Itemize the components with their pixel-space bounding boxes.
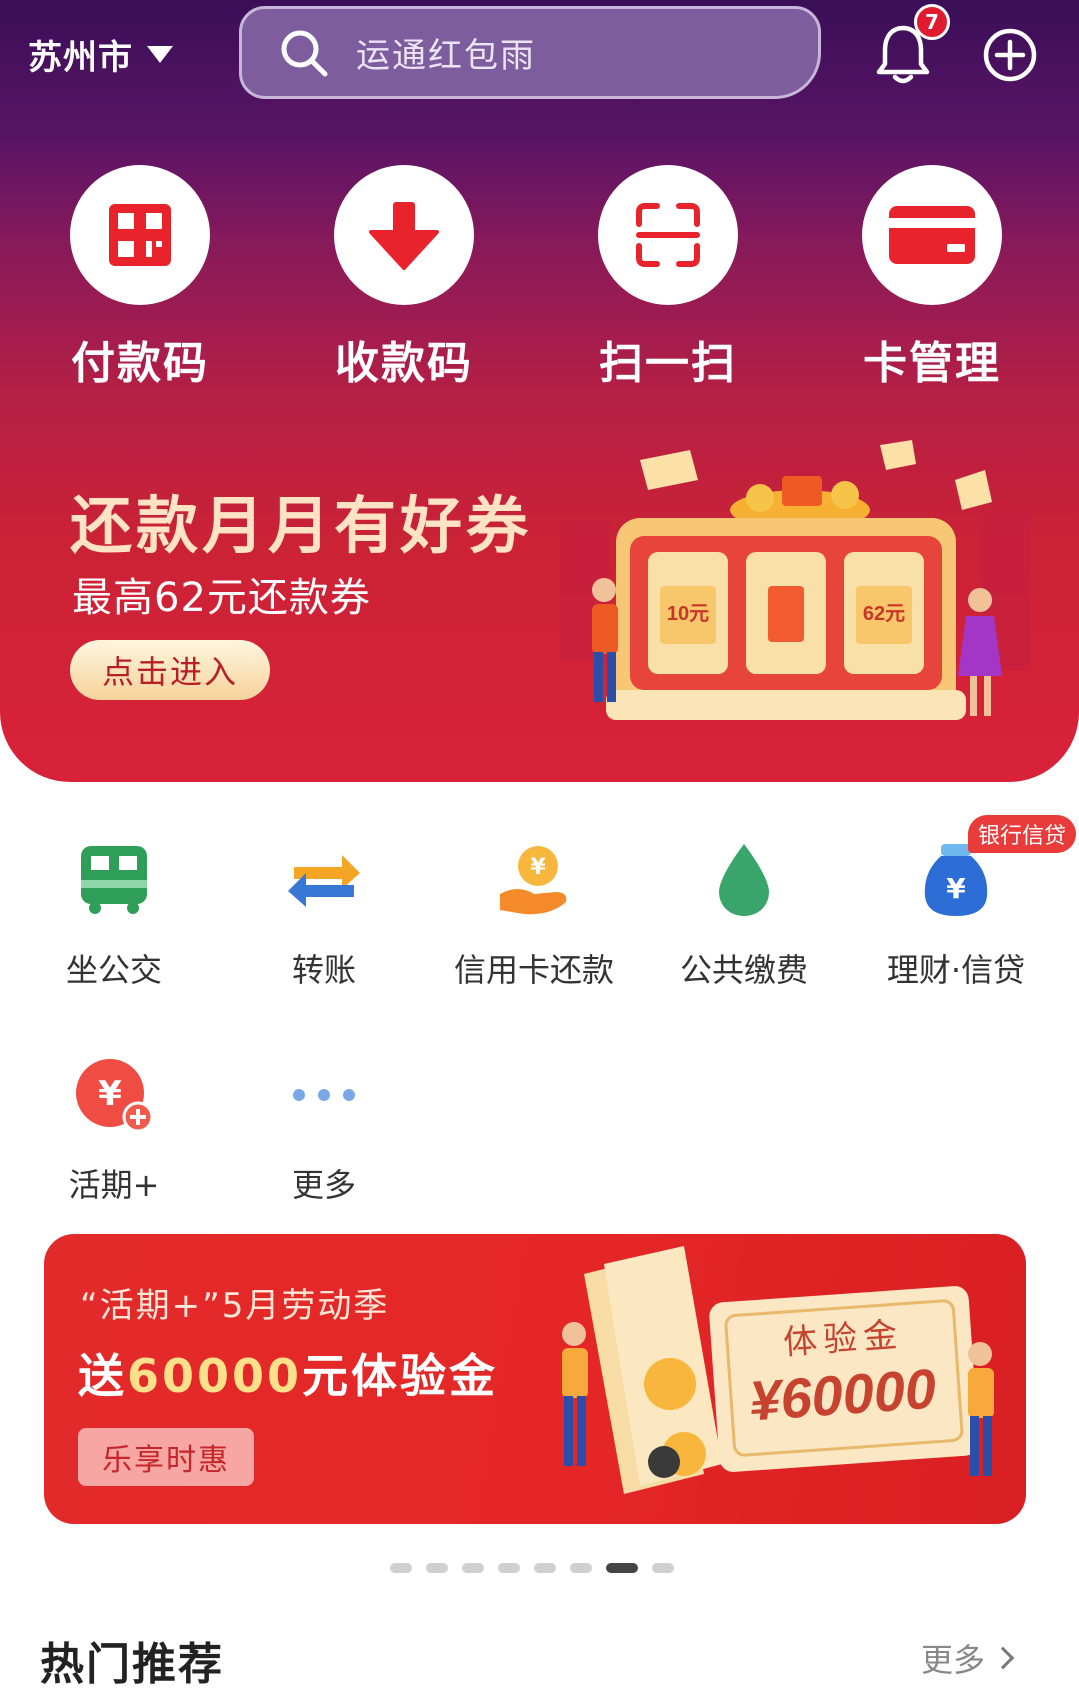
service-credit-repay[interactable]: ¥ 信用卡还款 <box>434 835 634 991</box>
quick-action-circle <box>862 165 1002 305</box>
card-amount-text: ¥60000 <box>747 1357 938 1433</box>
service-label: 转账 <box>291 951 356 989</box>
carousel-dot[interactable] <box>462 1563 484 1573</box>
promo-enter-button[interactable]: 点击进入 <box>70 640 270 700</box>
search-placeholder: 运通红包雨 <box>356 36 536 76</box>
city-selector[interactable]: 苏州市 <box>28 30 173 78</box>
service-label: 公共缴费 <box>679 951 808 989</box>
service-label: 活期+ <box>68 1166 160 1204</box>
chevron-right-icon <box>991 1646 1015 1670</box>
service-more[interactable]: 更多 <box>224 1050 424 1206</box>
transfer-icon <box>288 855 360 907</box>
svg-text:¥: ¥ <box>530 855 546 880</box>
carousel-dot[interactable] <box>390 1563 412 1573</box>
loan-tag-badge: 银行信贷 <box>968 815 1077 853</box>
yuan-plus-icon: ¥ <box>76 1059 154 1133</box>
quick-action-receive-code[interactable]: 收款码 <box>334 165 474 391</box>
experience-gold-illustration: 体验金 ¥60000 <box>562 1246 994 1494</box>
banner-line2-suffix: 元体验金 <box>302 1349 499 1403</box>
quick-action-scan[interactable]: 扫一扫 <box>598 165 738 391</box>
arrow-down-icon <box>369 202 439 270</box>
carousel-dot-active[interactable] <box>606 1563 638 1573</box>
svg-text:¥: ¥ <box>946 872 966 905</box>
bus-icon <box>81 846 147 914</box>
banner-line2-amount: 60000 <box>127 1349 303 1403</box>
quick-action-label: 扫一扫 <box>599 338 737 389</box>
card-icon <box>889 206 975 264</box>
promo-title: 还款月月有好券 <box>70 489 533 562</box>
hot-section-title: 热门推荐 <box>40 1639 224 1690</box>
carousel-dot[interactable] <box>652 1563 674 1573</box>
search-icon <box>281 30 328 76</box>
banner-line2-prefix: 送 <box>78 1349 127 1403</box>
quick-action-circle <box>334 165 474 305</box>
quick-action-circle <box>70 165 210 305</box>
service-label: 理财·信贷 <box>886 951 1026 989</box>
banner-line2: 送60000元体验金 <box>78 1340 498 1406</box>
carousel-dot[interactable] <box>570 1563 592 1573</box>
slot-machine-illustration[interactable]: 10元 62元 <box>560 440 1030 740</box>
svg-text:¥: ¥ <box>98 1074 122 1114</box>
scan-icon <box>636 203 700 267</box>
carousel-indicator <box>390 1563 674 1573</box>
banner-line1: “活期+”5月劳动季 <box>80 1286 390 1326</box>
qr-code-icon <box>109 204 171 266</box>
hot-more-link[interactable]: 更多 <box>921 1635 1015 1681</box>
quick-action-label: 收款码 <box>335 338 473 389</box>
banner-enjoy-button[interactable]: 乐享时惠 <box>78 1428 254 1486</box>
quick-action-card-manage[interactable]: 卡管理 <box>862 165 1002 391</box>
service-label: 坐公交 <box>65 951 162 989</box>
money-bag-icon: ¥ <box>924 844 988 916</box>
service-current-plus[interactable]: ¥ 活期+ <box>14 1050 214 1206</box>
coupon-left-text: 10元 <box>667 603 709 625</box>
city-label: 苏州市 <box>28 37 133 78</box>
hero-section: 苏州市 运通红包雨 7 付款码 收款码 扫一扫 卡管理 还款月月有好券 最高62… <box>0 0 1079 782</box>
card-title-text: 体验金 <box>782 1315 904 1363</box>
carousel-dot[interactable] <box>426 1563 448 1573</box>
service-public-payment[interactable]: 公共缴费 <box>644 835 844 991</box>
service-label: 信用卡还款 <box>453 951 614 989</box>
hot-more-label: 更多 <box>921 1641 986 1679</box>
service-bus[interactable]: 坐公交 <box>14 835 214 991</box>
search-bar[interactable]: 运通红包雨 <box>239 6 821 99</box>
service-label: 更多 <box>291 1166 356 1204</box>
quick-action-pay-code[interactable]: 付款码 <box>70 165 210 391</box>
service-transfer[interactable]: 转账 <box>224 835 424 991</box>
add-circle-icon[interactable] <box>982 27 1038 83</box>
service-wealth-loan[interactable]: ¥ 理财·信贷 <box>856 835 1056 991</box>
carousel-dot[interactable] <box>498 1563 520 1573</box>
quick-action-label: 卡管理 <box>863 338 1001 389</box>
water-drop-icon <box>719 844 769 916</box>
activity-banner[interactable]: “活期+”5月劳动季 送60000元体验金 乐享时惠 体验金 ¥60000 <box>44 1234 1026 1524</box>
carousel-dot[interactable] <box>534 1563 556 1573</box>
quick-action-circle <box>598 165 738 305</box>
more-dots-icon <box>293 1089 355 1101</box>
promo-subtitle: 最高62元还款券 <box>72 575 371 621</box>
caret-down-icon <box>147 45 173 63</box>
notification-badge: 7 <box>914 4 950 40</box>
quick-action-label: 付款码 <box>71 338 209 389</box>
coupon-right-text: 62元 <box>863 603 905 625</box>
credit-repay-icon: ¥ <box>500 846 567 915</box>
